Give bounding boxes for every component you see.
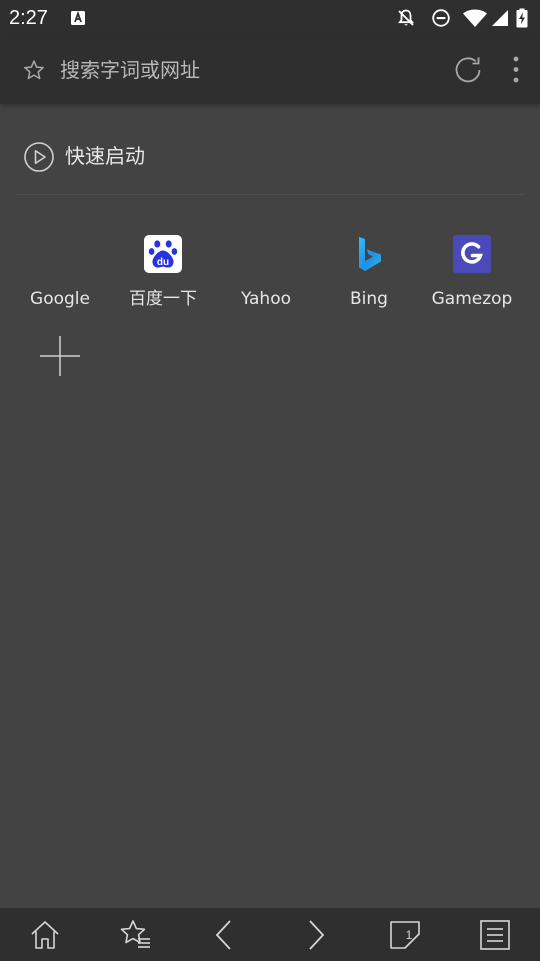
do-not-disturb-icon bbox=[432, 9, 450, 27]
bottom-nav: 1 bbox=[0, 908, 540, 961]
star-icon[interactable] bbox=[23, 59, 45, 81]
quick-link-label: 百度一下 bbox=[129, 289, 197, 309]
status-bar: 2:27 bbox=[0, 0, 540, 36]
reload-icon[interactable] bbox=[452, 54, 484, 86]
quick-launch-header: 快速启动 bbox=[16, 136, 524, 195]
cell-signal-icon bbox=[492, 10, 508, 26]
browser-screen: 2:27 搜索字词或网址 快速启动 Google du 百度一下 Yahoo B… bbox=[0, 0, 540, 961]
svg-text:du: du bbox=[157, 257, 169, 268]
bell-off-icon bbox=[397, 9, 415, 26]
forward-icon[interactable] bbox=[298, 918, 332, 952]
quick-link-label: Gamezop bbox=[431, 289, 513, 309]
tabs-button[interactable]: 1 bbox=[388, 918, 422, 952]
baidu-icon: du bbox=[144, 235, 182, 273]
gamezop-icon bbox=[453, 235, 491, 273]
plus-icon[interactable] bbox=[38, 334, 82, 378]
quick-link-yahoo[interactable]: Yahoo bbox=[216, 229, 316, 319]
quick-link-gamezop[interactable]: Gamezop bbox=[422, 229, 522, 319]
google-icon bbox=[41, 235, 79, 273]
quick-link-label: Bing bbox=[350, 289, 388, 309]
menu-icon[interactable] bbox=[478, 918, 512, 952]
quick-link-label: Google bbox=[30, 289, 90, 309]
address-bar: 搜索字词或网址 bbox=[0, 36, 540, 104]
battery-charging-icon bbox=[516, 8, 528, 28]
quick-launch-title: 快速启动 bbox=[65, 144, 145, 168]
more-vert-icon[interactable] bbox=[506, 54, 526, 86]
quick-link-google[interactable]: Google bbox=[10, 229, 110, 319]
back-icon[interactable] bbox=[208, 918, 242, 952]
wifi-icon bbox=[463, 9, 487, 27]
play-circle-icon bbox=[24, 142, 54, 172]
search-input[interactable]: 搜索字词或网址 bbox=[60, 56, 200, 84]
quick-link-bing[interactable]: Bing bbox=[319, 229, 419, 319]
quick-link-baidu[interactable]: du 百度一下 bbox=[113, 229, 213, 319]
yahoo-icon bbox=[247, 235, 285, 273]
tab-count: 1 bbox=[405, 928, 413, 942]
status-time: 2:27 bbox=[9, 7, 48, 29]
quick-link-label: Yahoo bbox=[240, 289, 292, 309]
home-icon[interactable] bbox=[28, 918, 62, 952]
a-notification-icon bbox=[71, 10, 85, 25]
bookmarks-icon[interactable] bbox=[118, 918, 152, 952]
bing-icon bbox=[359, 237, 381, 271]
